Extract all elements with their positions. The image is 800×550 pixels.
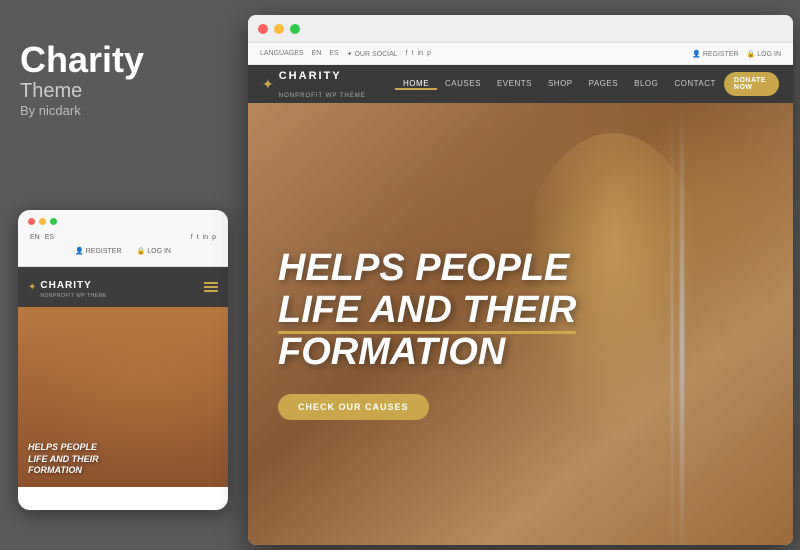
mobile-dot-red	[28, 218, 35, 225]
pinterest-icon[interactable]: p	[212, 234, 216, 241]
nav-contact[interactable]: CONTACT	[666, 79, 724, 90]
desktop-top-left: LANGUAGES EN ES ✦ OUR SOCIAL f t in p	[260, 50, 431, 58]
en-link[interactable]: EN	[312, 50, 322, 57]
hero-line1: HELPS PEOPLE	[278, 248, 576, 290]
desktop-navbar: ✦ CHARITY NONPROFIT WP THEME HOME CAUSES…	[248, 65, 793, 103]
mobile-dots	[28, 218, 218, 225]
mobile-social-bar: EN ES f t in p	[28, 231, 218, 244]
mobile-navbar: ✦ CHARITY NONPROFIT WP THEME	[18, 267, 228, 307]
twitter-icon[interactable]: t	[197, 234, 199, 241]
social-label: ✦ OUR SOCIAL	[347, 50, 398, 58]
nav-causes[interactable]: CAUSES	[437, 79, 489, 90]
desktop-hero: HELPS PEOPLE LIFE AND THEIR FORMATION CH…	[248, 103, 793, 545]
mobile-auth-bar: 👤 REGISTER 🔒 LOG IN	[28, 244, 218, 258]
cta-button[interactable]: CHECK OUR CAUSES	[278, 394, 429, 420]
mobile-hamburger[interactable]	[204, 282, 218, 292]
desktop-social-icons: f t in p	[406, 50, 431, 57]
pin-icon[interactable]: p	[427, 50, 431, 57]
nav-home[interactable]: HOME	[395, 79, 437, 90]
register-link[interactable]: 👤 REGISTER	[692, 50, 738, 58]
nav-logo-icon: ✦	[262, 76, 274, 93]
nav-shop[interactable]: SHOP	[540, 79, 581, 90]
nav-events[interactable]: EVENTS	[489, 79, 540, 90]
mobile-logo: ✦ CHARITY NONPROFIT WP THEME	[28, 275, 107, 299]
desktop-top-right: 👤 REGISTER 🔒 LOG IN	[692, 50, 781, 58]
maximize-button[interactable]	[290, 24, 300, 34]
mobile-top-bar: EN ES f t in p 👤 REGISTER 🔒 LOG IN	[18, 210, 228, 267]
nav-pages[interactable]: PAGES	[581, 79, 626, 90]
desktop-titlebar	[248, 15, 793, 43]
linkedin-icon[interactable]: in	[203, 234, 208, 241]
in-icon[interactable]: in	[418, 50, 423, 57]
nav-blog[interactable]: BLOG	[626, 79, 666, 90]
facebook-icon[interactable]: f	[191, 234, 193, 241]
donate-button[interactable]: DONATE NOW	[724, 72, 779, 96]
fb-icon[interactable]: f	[406, 50, 408, 57]
user-icon: 👤	[75, 247, 84, 255]
lock-icon: 🔒	[137, 247, 146, 255]
mobile-social-icons: f t in p	[191, 234, 216, 241]
hero-line3: FORMATION	[278, 332, 576, 374]
hero-line2: LIFE AND THEIR	[278, 290, 576, 332]
mobile-hero: HELPS PEOPLE LIFE AND THEIR FORMATION	[18, 307, 228, 487]
theme-author: By nicdark	[20, 103, 225, 118]
mobile-hero-text: HELPS PEOPLE LIFE AND THEIR FORMATION	[28, 442, 99, 477]
desktop-hero-content: HELPS PEOPLE LIFE AND THEIR FORMATION CH…	[248, 208, 606, 459]
languages-link[interactable]: LANGUAGES	[260, 50, 304, 57]
desktop-nav-logo: ✦ CHARITY NONPROFIT WP THEME	[262, 66, 375, 102]
es-link[interactable]: ES	[329, 50, 338, 57]
desktop-nav-items: HOME CAUSES EVENTS SHOP PAGES BLOG CONTA…	[395, 79, 724, 90]
desktop-mockup: LANGUAGES EN ES ✦ OUR SOCIAL f t in p 👤 …	[248, 15, 793, 545]
mobile-dot-yellow	[39, 218, 46, 225]
mobile-lang-links: EN ES	[30, 234, 54, 241]
tw-icon[interactable]: t	[412, 50, 414, 57]
desktop-hero-title: HELPS PEOPLE LIFE AND THEIR FORMATION	[278, 248, 576, 373]
mobile-mockup: EN ES f t in p 👤 REGISTER 🔒 LOG IN	[18, 210, 228, 510]
login-link[interactable]: 🔒 LOG IN	[747, 50, 781, 58]
desktop-top-bar: LANGUAGES EN ES ✦ OUR SOCIAL f t in p 👤 …	[248, 43, 793, 65]
theme-title: Charity Theme	[20, 40, 225, 103]
mobile-logo-icon: ✦	[28, 282, 36, 293]
mobile-dot-green	[50, 218, 57, 225]
close-button[interactable]	[258, 24, 268, 34]
minimize-button[interactable]	[274, 24, 284, 34]
left-panel: Charity Theme By nicdark EN ES f t in p	[0, 0, 245, 550]
